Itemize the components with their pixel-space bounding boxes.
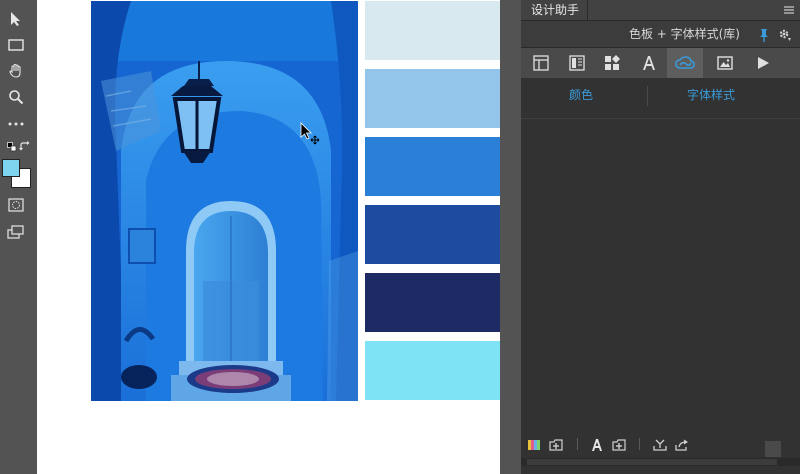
layout-icon[interactable] — [523, 48, 559, 78]
panel-footer — [521, 430, 800, 458]
panel-scroll-thumb[interactable] — [527, 459, 777, 465]
swatch-3 — [365, 137, 500, 196]
play-icon[interactable] — [745, 48, 781, 78]
footer-divider — [639, 438, 640, 450]
rectangle-select-icon[interactable] — [5, 34, 27, 56]
panel-icon-bar — [521, 48, 800, 78]
footer-divider — [577, 438, 578, 450]
color-swatch-icon[interactable] — [528, 436, 542, 450]
swatch-1 — [365, 1, 500, 60]
panel-resize-handle[interactable] — [765, 441, 781, 457]
add-color-icon[interactable] — [549, 436, 563, 451]
swatch-5 — [365, 273, 500, 332]
list-layout-icon[interactable] — [559, 48, 595, 78]
gear-icon[interactable] — [778, 27, 792, 41]
add-type-style-icon[interactable] — [612, 436, 626, 451]
library-title[interactable]: 色板 + 字体样式(库) — [521, 21, 740, 47]
move-tool-icon[interactable] — [5, 8, 27, 30]
import-icon[interactable] — [653, 436, 667, 451]
workspace-gap — [500, 0, 521, 474]
character-style-icon[interactable] — [591, 436, 605, 451]
panel-scrollbar[interactable] — [521, 458, 800, 466]
share-icon[interactable] — [675, 436, 689, 451]
link-divider — [647, 86, 648, 106]
foreground-color-swatch[interactable] — [2, 159, 20, 177]
swatch-2 — [365, 69, 500, 128]
zoom-tool-icon[interactable] — [5, 86, 27, 108]
panel-menu-icon[interactable] — [782, 2, 796, 16]
swatch-6 — [365, 341, 500, 400]
hand-tool-icon[interactable] — [5, 60, 27, 82]
type-icon[interactable] — [631, 48, 667, 78]
more-tools-icon[interactable] — [5, 113, 27, 135]
library-bar: 色板 + 字体样式(库) — [521, 21, 800, 48]
pin-icon[interactable] — [758, 27, 770, 42]
blue-doorway-photo — [91, 1, 358, 401]
panel-links: 颜色 字体样式 — [521, 78, 800, 119]
document-canvas[interactable] — [37, 0, 500, 474]
swap-colors-icon[interactable] — [14, 136, 36, 158]
screen-mode-icon[interactable] — [5, 221, 27, 243]
quick-mask-icon[interactable] — [5, 194, 27, 216]
move-cursor-icon — [300, 122, 322, 150]
image-icon[interactable] — [707, 48, 743, 78]
creative-cloud-icon[interactable] — [667, 48, 703, 78]
type-styles-link[interactable]: 字体样式 — [651, 78, 771, 112]
colors-link[interactable]: 颜色 — [521, 78, 641, 112]
swatch-4 — [365, 205, 500, 264]
shapes-icon[interactable] — [595, 48, 631, 78]
panel-header: 设计助手 — [521, 0, 800, 21]
panel-tab[interactable]: 设计助手 — [521, 0, 588, 20]
tools-panel — [0, 0, 36, 474]
design-assistant-panel: 设计助手 色板 + 字体样式(库) 颜色 字体样式 — [521, 0, 800, 474]
